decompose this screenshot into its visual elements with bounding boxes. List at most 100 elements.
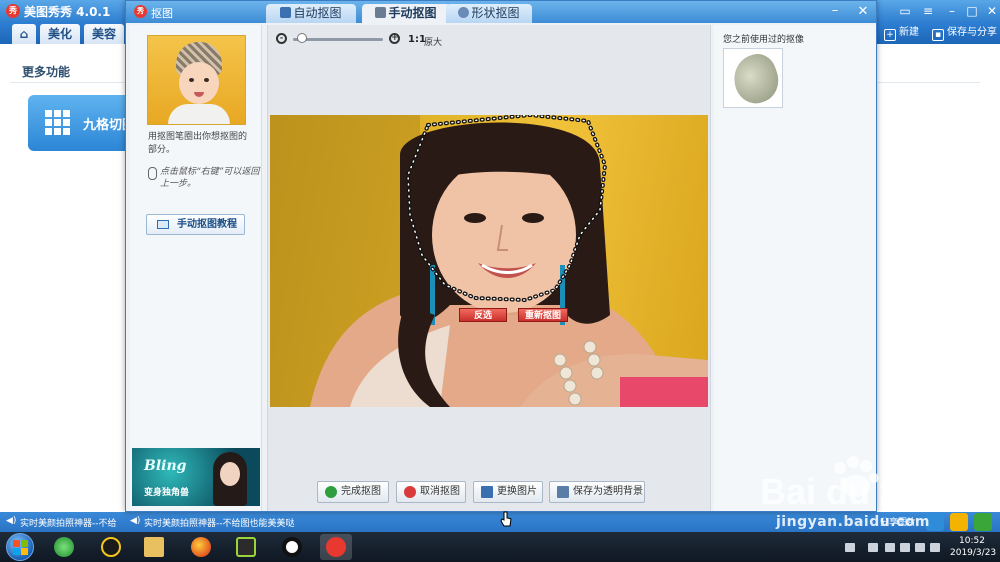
status-speaker-icon-2: ◀) <box>130 516 141 526</box>
tutorial-button[interactable]: 手动抠图教程 <box>146 214 245 235</box>
zoom-original-label[interactable]: 原大 <box>424 35 442 48</box>
start-button[interactable] <box>6 533 34 561</box>
meitu-icon <box>326 537 346 557</box>
tray-keyboard-icon[interactable] <box>845 543 855 552</box>
save-share-label: 保存与分享 <box>947 27 997 38</box>
gear-icon <box>375 7 387 18</box>
change-image-label: 更换图片 <box>497 486 537 497</box>
brush-icon <box>280 7 292 18</box>
invert-selection-button[interactable]: 反选 <box>459 308 507 322</box>
taskbar-app-firefox[interactable] <box>185 534 217 560</box>
meitu-logo-icon: 秀 <box>134 5 147 18</box>
dialog-titlebar: 秀 抠图 自动抠图 手动抠图 形状抠图 – ✕ <box>126 1 876 23</box>
tab-auto-cutout-label: 自动抠图 <box>293 6 342 20</box>
tray-ime-icon[interactable] <box>930 543 940 552</box>
green-browser-icon <box>54 537 74 557</box>
save-transparent-label: 保存为透明背景 <box>573 486 643 497</box>
new-button-label: 新建 <box>899 27 919 38</box>
status-ad-right[interactable]: 实时美颜拍照神器--不给图也能美美哒 <box>144 516 295 529</box>
tab-manual-cutout-label: 手动抠图 <box>388 6 437 20</box>
ad-subtitle: 变身独角兽 <box>144 488 190 498</box>
save-icon: ▪ <box>932 29 944 41</box>
video-icon <box>236 537 256 557</box>
tutorial-button-label: 手动抠图教程 <box>177 219 237 230</box>
taskbar-app-qq[interactable] <box>95 534 127 560</box>
firefox-icon <box>191 537 211 557</box>
mouse-icon <box>148 167 157 180</box>
clock-time: 10:52 <box>959 536 985 546</box>
ad-title: Bling <box>144 458 187 474</box>
sample-photo <box>147 35 246 125</box>
cancel-cutout-label: 取消抠图 <box>420 486 460 497</box>
chat-icon[interactable]: ▭ <box>893 2 917 20</box>
grid-cut-card[interactable]: 九格切图 <box>28 95 138 151</box>
photo-canvas[interactable]: 反选 重新抠图 <box>270 115 708 407</box>
dialog-right-panel: 您之前使用过的抠像 <box>714 25 876 511</box>
tray-network-icon[interactable] <box>900 543 910 552</box>
dialog-minimize-icon[interactable]: – <box>826 4 844 20</box>
status-speaker-icon: ◀) <box>6 516 17 526</box>
change-image-button[interactable]: 更换图片 <box>473 481 543 503</box>
tab-auto-cutout[interactable]: 自动抠图 <box>266 4 356 23</box>
book-icon <box>157 220 169 229</box>
taskbar-app-browser[interactable] <box>48 534 80 560</box>
zoom-bar: - + 1:1 原大 <box>268 25 710 53</box>
dialog-title: 抠图 <box>151 7 173 20</box>
right-click-hint: 点击鼠标“右键”可以返回上一步。 <box>160 167 260 189</box>
save-icon <box>557 486 569 498</box>
taskbar-app-explorer[interactable] <box>138 534 170 560</box>
flower-icon <box>458 7 470 18</box>
cancel-cutout-button[interactable]: 取消抠图 <box>396 481 466 503</box>
recent-cutout-thumbnail[interactable] <box>723 48 783 108</box>
folder-icon <box>144 537 164 557</box>
zoom-slider-handle[interactable] <box>297 33 307 43</box>
record-icon <box>282 537 302 557</box>
tab-beautify[interactable]: 美化 <box>40 24 80 44</box>
cutout-hint: 用抠图笔圈出你想抠图的部分。 <box>148 132 248 155</box>
redo-cutout-button[interactable]: 重新抠图 <box>518 308 568 322</box>
dialog-left-panel: 用抠图笔圈出你想抠图的部分。 点击鼠标“右键”可以返回上一步。 手动抠图教程 B… <box>130 25 262 511</box>
tray-usb-icon[interactable] <box>885 543 895 552</box>
portrait-illustration <box>270 115 708 407</box>
save-share-button[interactable]: ▪ 保存与分享 <box>932 26 997 41</box>
cutout-dialog: 秀 抠图 自动抠图 手动抠图 形状抠图 – ✕ 用抠图笔圈出你想抠图的部分。 点… <box>125 0 877 527</box>
zoom-in-icon[interactable]: + <box>389 33 400 44</box>
ad-banner[interactable]: Bling 变身独角兽 <box>132 448 260 506</box>
zoom-out-icon[interactable]: - <box>276 33 287 44</box>
tab-beauty[interactable]: 美容 <box>84 24 124 44</box>
taskbar-app-recorder[interactable] <box>276 534 308 560</box>
tab-shape-cutout[interactable]: 形状抠图 <box>446 4 532 23</box>
tray-volume-icon[interactable] <box>915 543 925 552</box>
watermark-text: jingyan.baidu.com <box>776 514 931 530</box>
meitu-logo-icon: 秀 <box>6 4 20 18</box>
tab-shape-cutout-label: 形状抠图 <box>471 6 520 20</box>
weibo-icon[interactable] <box>950 513 968 531</box>
plus-icon: + <box>884 29 896 41</box>
menu-icon[interactable]: ≡ <box>916 2 940 20</box>
app-title: 美图秀秀 4.0.1 <box>24 5 111 19</box>
tab-manual-cutout[interactable]: 手动抠图 <box>362 4 450 23</box>
clock-date: 2019/3/23 <box>950 548 997 558</box>
image-icon <box>481 486 493 498</box>
close-icon[interactable]: ✕ <box>980 2 1000 20</box>
more-functions-heading: 更多功能 <box>22 65 71 79</box>
tray-arrow-icon[interactable] <box>868 543 878 552</box>
recent-cutouts-label: 您之前使用过的抠像 <box>723 35 805 45</box>
status-ad-left[interactable]: 实时美颜拍照神器--不给 <box>20 516 117 529</box>
finish-cutout-label: 完成抠图 <box>341 486 381 497</box>
canvas-area: - + 1:1 原大 反选 重新抠图 完成抠图 取消抠图 更换图片 保存为透明背… <box>267 25 711 527</box>
check-icon <box>325 486 337 498</box>
tray-clock[interactable]: 10:52 2019/3/23 <box>950 535 997 559</box>
grid-icon <box>45 110 71 136</box>
taskbar-app-meitu[interactable] <box>320 534 352 560</box>
plus-share-icon[interactable] <box>974 513 992 531</box>
ad-portrait <box>210 452 250 506</box>
taskbar-app-video[interactable] <box>230 534 262 560</box>
cancel-icon <box>404 486 416 498</box>
hand-cursor-icon <box>500 511 512 527</box>
save-transparent-button[interactable]: 保存为透明背景 <box>549 481 645 503</box>
new-button[interactable]: + 新建 <box>884 26 919 41</box>
tab-home[interactable]: ⌂ <box>12 24 36 44</box>
dialog-close-icon[interactable]: ✕ <box>854 4 872 20</box>
finish-cutout-button[interactable]: 完成抠图 <box>317 481 389 503</box>
